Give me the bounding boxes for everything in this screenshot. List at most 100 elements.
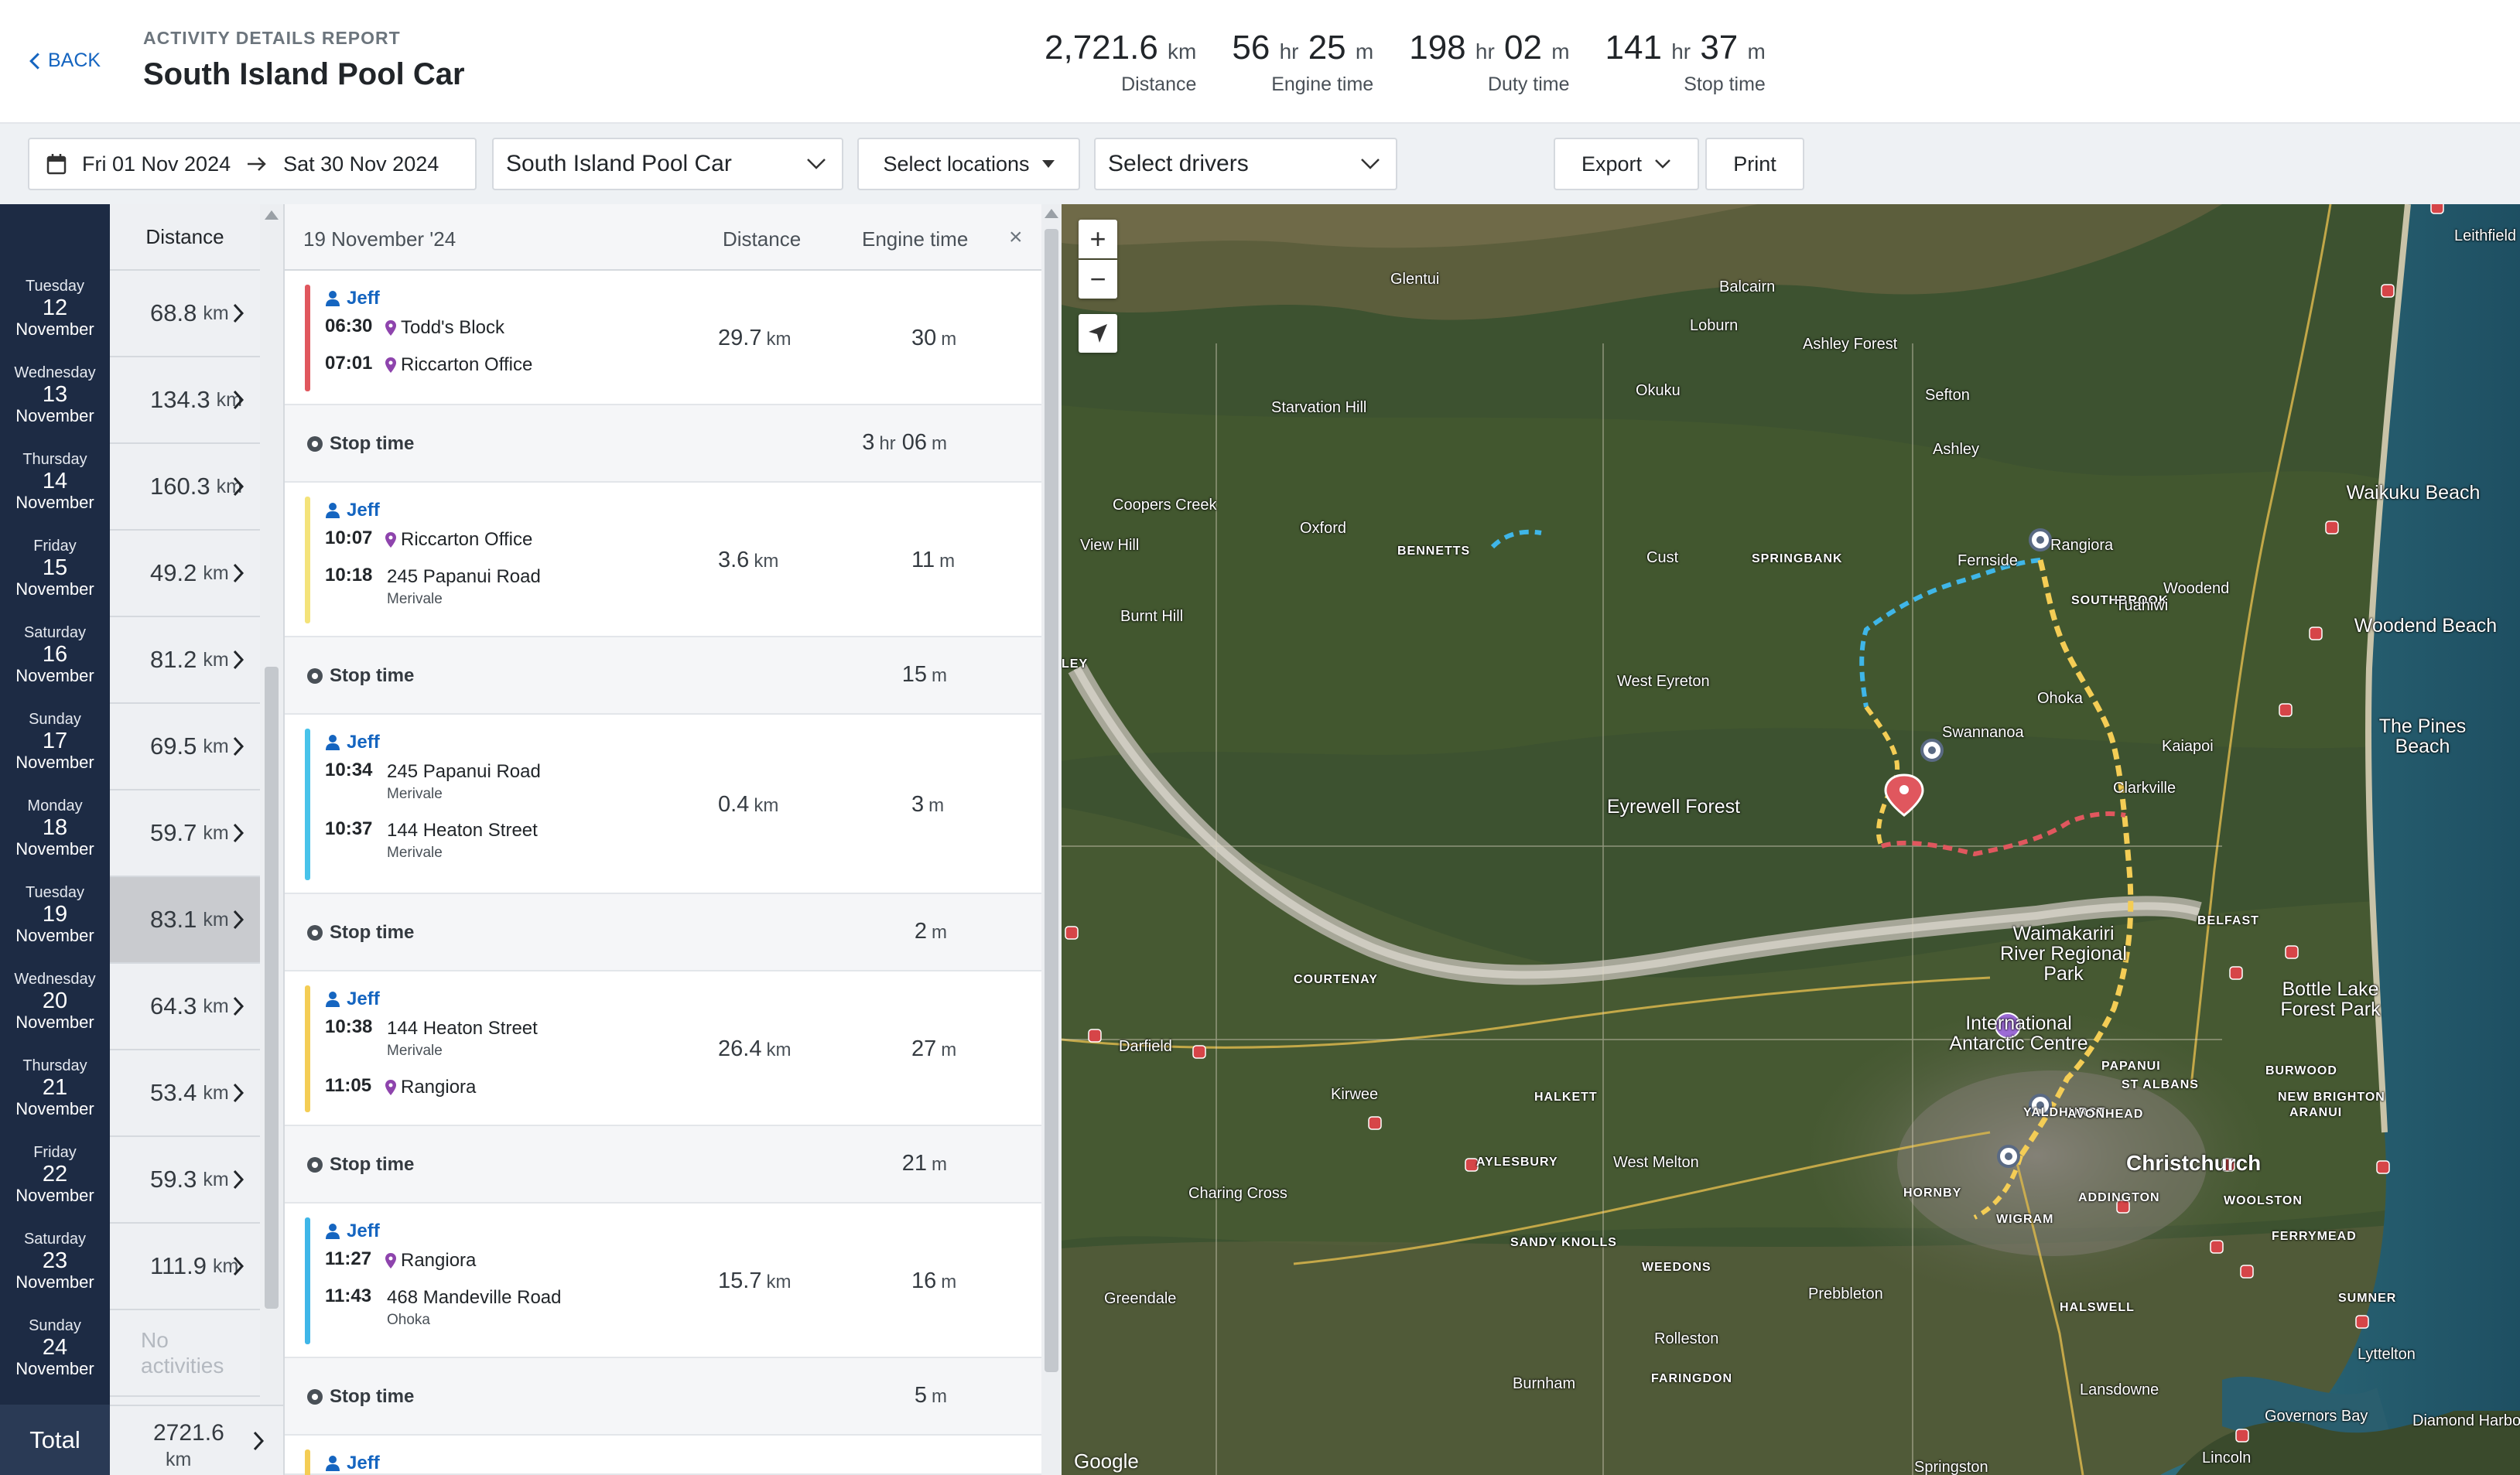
day-distance-value: 160.3 [150,473,210,500]
trip-driver[interactable]: Jeff [325,288,380,309]
trip-engine-unit: m [941,1040,957,1060]
drivers-select[interactable]: Select drivers [1094,138,1397,190]
trip-engine-value: 3 [911,792,925,817]
stop-icon [307,1389,323,1405]
day-row[interactable]: Thursday 21 November 53.4 km [0,1050,260,1137]
total-row[interactable]: Total 2721.6 km [0,1405,283,1475]
zoom-out-button[interactable]: − [1079,260,1117,299]
chevron-right-icon [233,910,244,930]
stat-value: 02 [1504,29,1542,67]
trip-row[interactable]: Jeff 06:30 Todd's Block 07:01 Riccarton Offi… [285,271,1045,405]
map-place-label: Glentui [1390,271,1440,288]
trip-driver[interactable]: Jeff [325,1453,380,1474]
map-place-label: Rolleston [1654,1330,1719,1347]
trip-row[interactable]: Jeff 11:27 Rangiora 11:43 468 Mandeville Roa… [285,1204,1045,1358]
day-row[interactable]: Saturday 16 November 81.2 km [0,617,260,704]
day-date: Saturday 16 November [0,622,110,687]
day-row[interactable]: Wednesday 13 November 134.3 km [0,357,260,444]
day-list-scroll-thumb[interactable] [265,667,279,1309]
scroll-up-arrow[interactable] [265,210,279,220]
trip-row[interactable]: Jeff [285,1436,1045,1475]
map-place-label: ADDINGTON [2078,1191,2160,1204]
driver-name: Jeff [347,1453,380,1473]
day-number: 13 [42,382,68,407]
map-place-label: Diamond Harbour [2412,1412,2520,1429]
trip-row[interactable]: Jeff 10:07 Riccarton Office 10:18 245 Papanu… [285,483,1045,637]
map-place-label: Lansdowne [2080,1381,2159,1398]
zoom-in-button[interactable]: + [1079,220,1117,258]
map-place-label: Lyttelton [2358,1346,2416,1363]
start-place-name: Riccarton Office [401,529,533,550]
trip-end-time: 11:43 [325,1286,372,1306]
scroll-up-arrow[interactable] [1045,209,1058,218]
map-place-label: Loburn [1690,317,1739,334]
locate-button[interactable] [1079,314,1117,353]
day-row[interactable]: Friday 15 November 49.2 km [0,531,260,617]
location-pin-icon [385,320,396,336]
day-row[interactable]: Monday 18 November 59.7 km [0,790,260,877]
trip-end-place: 144 Heaton Street [387,820,538,842]
stop-label-text: Stop time [330,433,415,454]
day-row[interactable]: Sunday 17 November 69.5 km [0,704,260,790]
stop-minutes: 2 [914,919,927,944]
map-place-label: AYLESBURY [1476,1156,1558,1169]
map-place-label: Waikuku Beach [2346,482,2481,504]
trip-panel-scroll-thumb[interactable] [1045,229,1058,1372]
close-icon[interactable]: × [1009,224,1023,251]
start-place-name: 144 Heaton Street [387,1018,538,1039]
locations-select[interactable]: Select locations [857,138,1080,190]
trip-driver[interactable]: Jeff [325,732,380,753]
day-date: Monday 18 November [0,795,110,860]
map-place-label: Coopers Creek [1113,497,1217,514]
summary-stats: 2,721.6 km Distance 56 hr 25 m Engine ti… [1045,28,1766,96]
map-place-label: West Melton [1613,1154,1699,1171]
day-row[interactable]: Thursday 14 November 160.3 km [0,444,260,531]
start-place-name: 245 Papanui Road [387,761,541,782]
day-row[interactable]: Sunday 24 November No activities [0,1310,260,1397]
end-place-name: 468 Mandeville Road [387,1287,562,1308]
map-place-label: Ashley Forest [1803,336,1898,353]
trip-engine-unit: m [928,795,945,816]
map-place-label: SUMNER [2338,1292,2397,1305]
trip-driver[interactable]: Jeff [325,500,380,521]
day-month: November [15,1099,94,1118]
trip-driver[interactable]: Jeff [325,1221,380,1242]
trip-color-bar [305,1217,310,1344]
chevron-right-icon [233,303,244,323]
trip-end-time: 11:05 [325,1075,372,1096]
trip-color-bar [305,985,310,1112]
print-button[interactable]: Print [1705,138,1804,190]
export-button[interactable]: Export [1554,138,1699,190]
day-distance-header: Distance [110,204,260,271]
day-row[interactable]: Saturday 23 November 111.9 km [0,1224,260,1310]
trip-row[interactable]: Jeff 10:38 144 Heaton Street Merivale 11:05 R… [285,971,1045,1126]
stop-row: Stop time 5 m [285,1358,1045,1436]
trip-engine-time: 16 m [911,1268,956,1294]
map-place-label: International Antarctic Centre [1949,1012,2088,1054]
day-distance-unit: km [203,995,229,1017]
day-distance-value: 69.5 [150,732,197,760]
day-row[interactable]: Wednesday 20 November 64.3 km [0,964,260,1050]
map-place-label: Cust [1646,549,1679,566]
vehicle-select[interactable]: South Island Pool Car [492,138,843,190]
back-link[interactable]: BACK [26,50,101,72]
trip-row[interactable]: Jeff 10:34 245 Papanui Road Merivale 10:37 14… [285,715,1045,894]
trip-driver[interactable]: Jeff [325,988,380,1010]
map-place-label: WEEDONS [1642,1261,1711,1274]
day-row[interactable]: Tuesday 19 November 83.1 km [0,877,260,964]
date-from[interactable]: Fri 01 Nov 2024 [82,152,231,176]
map-place-label: Governors Bay [2265,1408,2368,1425]
day-row[interactable]: Tuesday 12 November 68.8 km [0,271,260,357]
trip-engine-time: 30 m [911,326,956,351]
trip-start-time: 11:27 [325,1248,372,1269]
chevron-right-icon [253,1431,265,1451]
date-range-picker[interactable]: Fri 01 Nov 2024 Sat 30 Nov 2024 [28,138,477,190]
stop-minutes: 5 [914,1383,927,1408]
stat-value: 141 [1605,29,1662,67]
route-map[interactable]: + − Leithfield Glentui Loburn Balcairn Ashle… [1062,204,2520,1475]
day-distance-value: 111.9 [150,1252,207,1279]
date-to[interactable]: Sat 30 Nov 2024 [283,152,439,176]
day-number: 12 [42,295,68,320]
day-row[interactable]: Friday 22 November 59.3 km [0,1137,260,1224]
day-weekday: Wednesday [14,971,96,988]
